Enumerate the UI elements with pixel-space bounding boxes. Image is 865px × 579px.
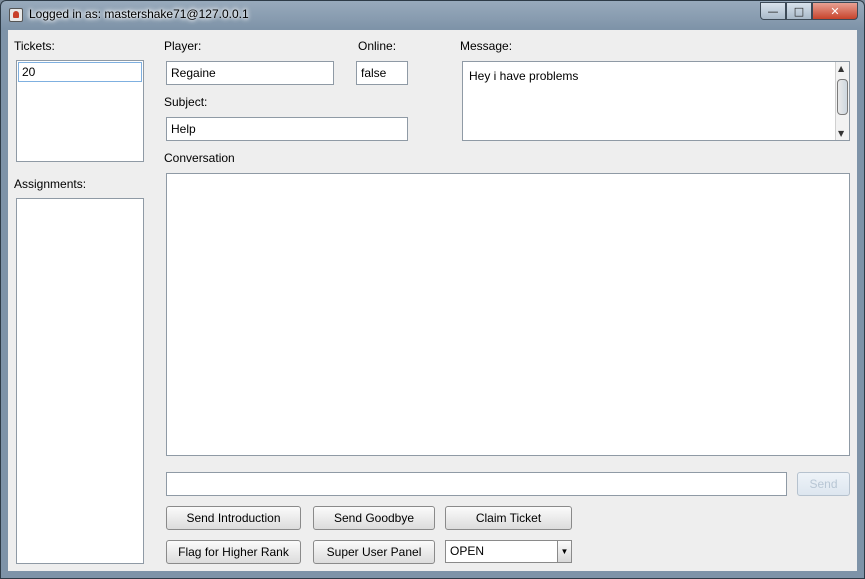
subject-label: Subject: (164, 95, 208, 109)
chevron-down-icon[interactable]: ▼ (557, 541, 571, 562)
scroll-up-arrow-icon[interactable]: ▲ (838, 64, 844, 73)
message-area[interactable]: Hey i have problems ▲ ▼ (462, 61, 850, 141)
super-user-panel-button[interactable]: Super User Panel (313, 540, 435, 564)
flag-higher-rank-button[interactable]: Flag for Higher Rank (166, 540, 301, 564)
assignments-list[interactable] (16, 198, 144, 564)
online-field[interactable]: false (356, 61, 408, 85)
close-button[interactable]: ✕ (812, 2, 858, 20)
conversation-label: Conversation (164, 151, 235, 165)
claim-ticket-button[interactable]: Claim Ticket (445, 506, 572, 530)
scroll-down-arrow-icon[interactable]: ▼ (838, 129, 844, 138)
assignments-label: Assignments: (14, 177, 87, 191)
window-controls: — □ ✕ (760, 2, 858, 21)
chat-input[interactable] (166, 472, 787, 496)
ticket-status-value: OPEN (450, 544, 485, 558)
send-button[interactable]: Send (797, 472, 850, 496)
subject-field[interactable]: Help (166, 117, 408, 141)
online-label: Online: (358, 39, 397, 53)
player-label: Player: (164, 39, 202, 53)
scroll-thumb[interactable] (837, 79, 848, 115)
player-field[interactable]: Regaine (166, 61, 334, 85)
title-bar[interactable]: Logged in as: mastershake71@127.0.0.1 — … (1, 1, 864, 29)
ticket-status-select[interactable]: OPEN ▼ (445, 540, 572, 563)
send-goodbye-button[interactable]: Send Goodbye (313, 506, 435, 530)
app-window: Logged in as: mastershake71@127.0.0.1 — … (0, 0, 865, 579)
window-title: Logged in as: mastershake71@127.0.0.1 (29, 7, 249, 21)
message-text: Hey i have problems (469, 69, 579, 83)
java-app-icon (9, 8, 23, 22)
maximize-button[interactable]: □ (786, 2, 812, 20)
ticket-item[interactable]: 20 (18, 62, 142, 82)
message-label: Message: (460, 39, 513, 53)
tickets-label: Tickets: (14, 39, 55, 53)
message-scrollbar[interactable]: ▲ ▼ (835, 62, 849, 140)
tickets-list[interactable]: 20 (16, 60, 144, 162)
minimize-button[interactable]: — (760, 2, 786, 20)
client-area: Tickets: 20 Assignments: Player: Regaine… (8, 30, 857, 571)
conversation-area[interactable] (166, 173, 850, 456)
send-introduction-button[interactable]: Send Introduction (166, 506, 301, 530)
